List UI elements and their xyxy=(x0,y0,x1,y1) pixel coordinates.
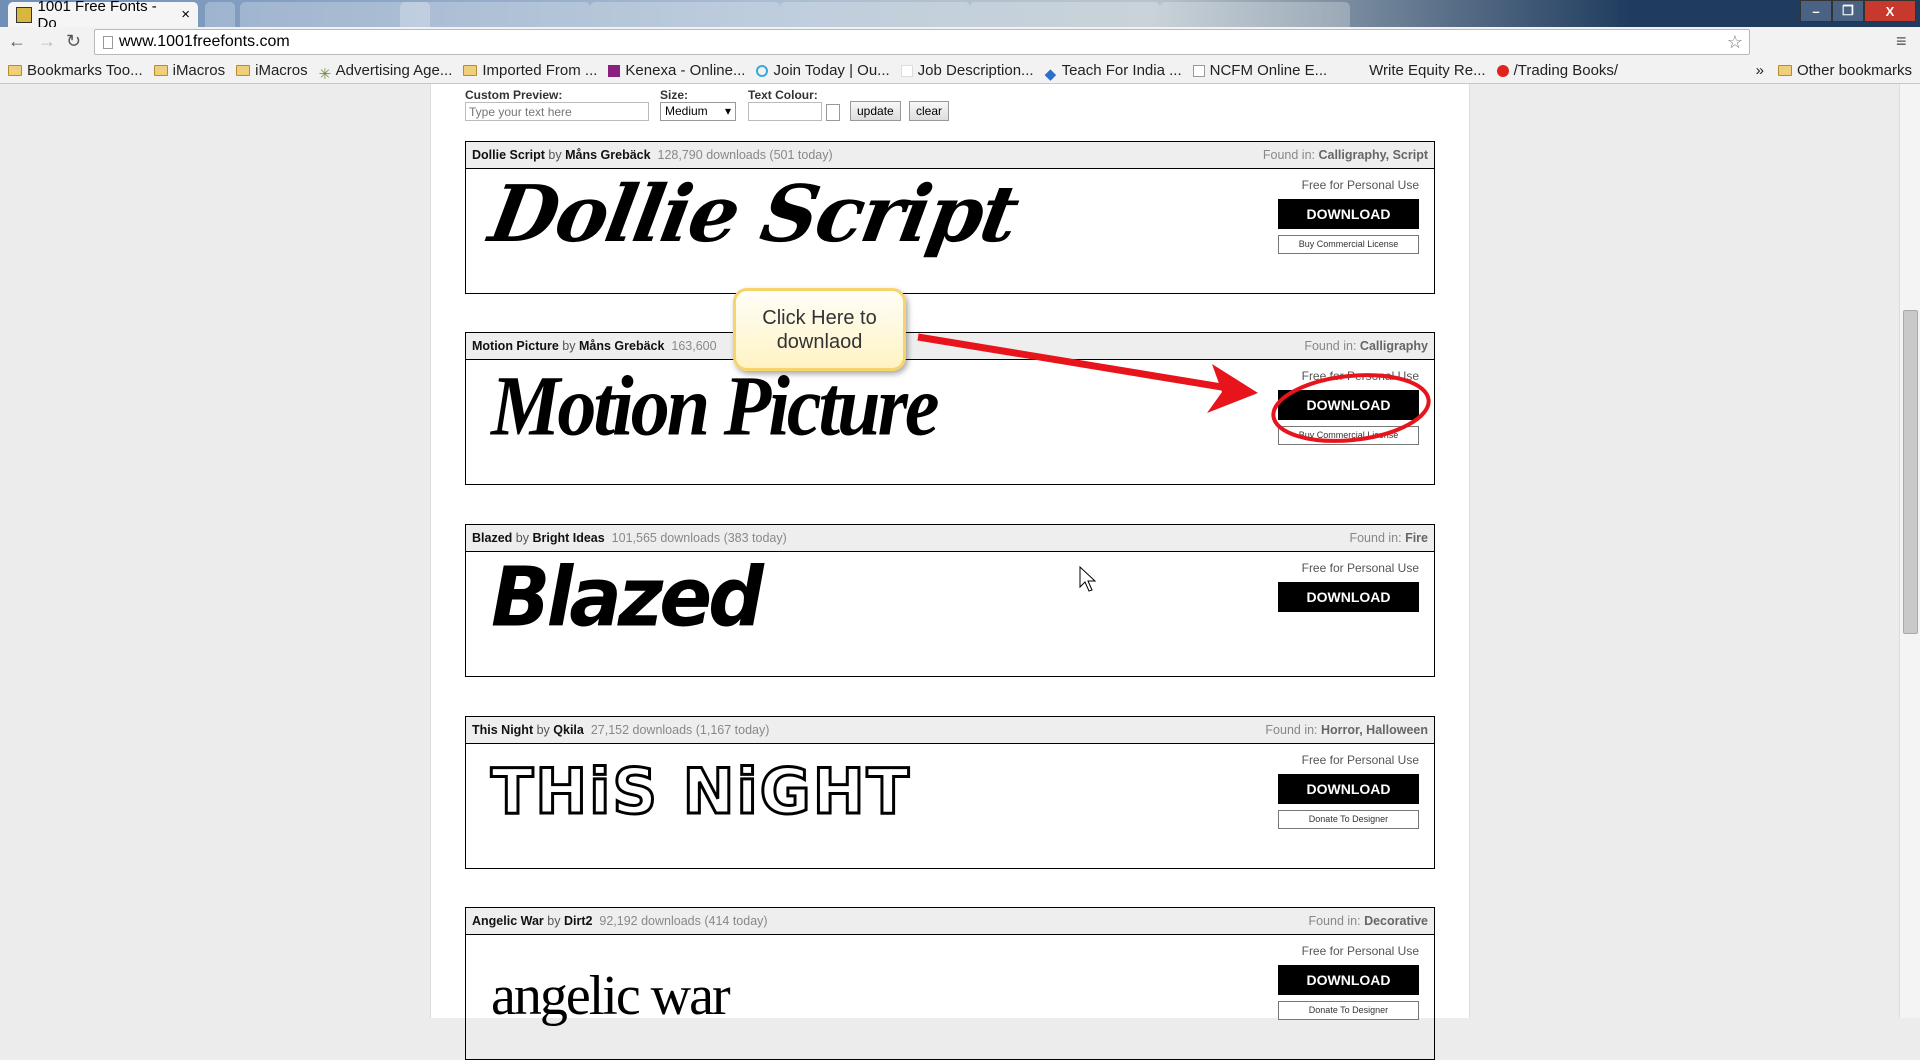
red-arrow xyxy=(917,333,1241,394)
annotation-overlay xyxy=(917,333,1431,592)
red-circle-highlight xyxy=(1271,373,1431,443)
mouse-cursor-icon xyxy=(1079,565,1097,592)
